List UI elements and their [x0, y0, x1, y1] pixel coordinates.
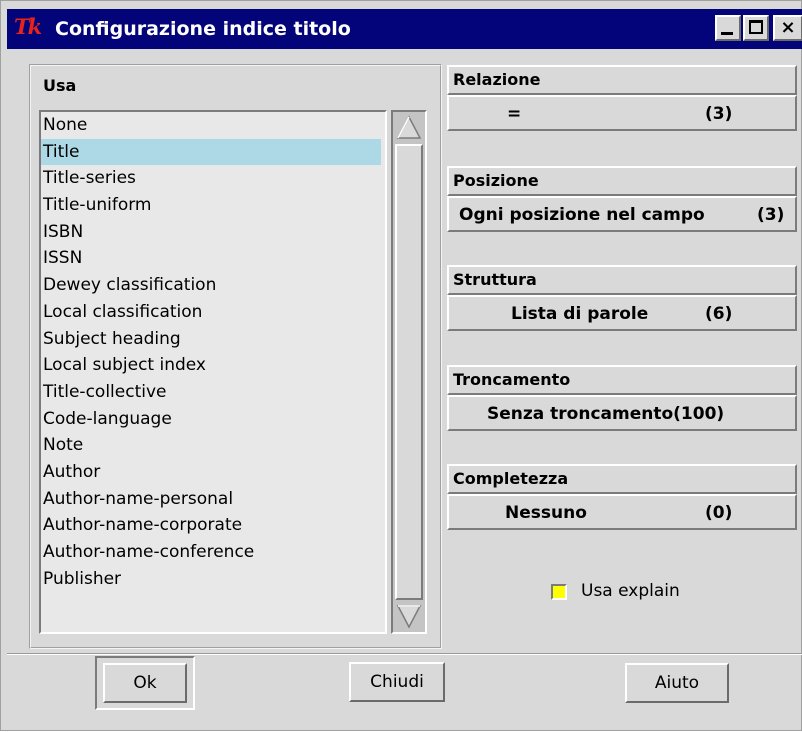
struttura-label: Struttura	[447, 265, 797, 295]
minimize-icon	[721, 32, 733, 35]
struttura-count: (6)	[705, 304, 733, 324]
list-item[interactable]: Dewey classification	[41, 272, 385, 299]
scroll-down-arrow-icon[interactable]	[394, 602, 424, 632]
completezza-value: Nessuno	[505, 503, 587, 523]
window-title: Configurazione indice titolo	[55, 18, 351, 40]
aiuto-button[interactable]: Aiuto	[625, 663, 729, 703]
completezza-label: Completezza	[447, 464, 797, 494]
button-separator	[7, 653, 802, 655]
posizione-button[interactable]: Ogni posizione nel campo (3)	[447, 196, 797, 232]
minimize-button[interactable]	[715, 15, 741, 41]
troncamento-value: Senza troncamento(100)	[487, 404, 725, 424]
troncamento-group: Troncamento Senza troncamento(100)	[447, 365, 797, 431]
list-item[interactable]: Subject heading	[41, 326, 385, 353]
list-item[interactable]: Code-language	[41, 406, 385, 433]
usa-explain-label: Usa explain	[581, 581, 680, 601]
struttura-button[interactable]: Lista di parole (6)	[447, 295, 797, 331]
list-item[interactable]: Local classification	[41, 299, 385, 326]
usa-listbox[interactable]: None Title Title-series Title-uniform ISBN IS…	[39, 110, 387, 634]
posizione-value: Ogni posizione nel campo	[459, 205, 705, 225]
list-item[interactable]: Note	[41, 432, 385, 459]
close-window-button[interactable]: ×	[773, 15, 802, 41]
list-item[interactable]: Local subject index	[41, 352, 385, 379]
list-item[interactable]: Publisher	[41, 566, 385, 593]
list-item[interactable]: Title	[41, 138, 381, 166]
troncamento-button[interactable]: Senza troncamento(100)	[447, 395, 797, 431]
list-item[interactable]: None	[41, 112, 385, 139]
usa-explain-checkbox[interactable]	[551, 584, 567, 600]
maximize-button[interactable]	[743, 15, 769, 41]
list-item[interactable]: Author-name-conference	[41, 539, 385, 566]
struttura-value: Lista di parole	[511, 304, 649, 324]
list-item[interactable]: ISBN	[41, 219, 385, 246]
ok-button[interactable]: Ok	[103, 663, 187, 703]
completezza-count: (0)	[705, 503, 733, 523]
scroll-up-arrow-icon[interactable]	[394, 112, 424, 142]
list-item[interactable]: Author-name-personal	[41, 486, 385, 513]
posizione-label: Posizione	[447, 166, 797, 196]
dialog-window: Tk Configurazione indice titolo × Usa No…	[0, 0, 802, 731]
tk-logo-icon: Tk	[14, 14, 42, 39]
posizione-group: Posizione Ogni posizione nel campo (3)	[447, 166, 797, 232]
chiudi-button[interactable]: Chiudi	[349, 662, 445, 702]
list-item[interactable]: Title-uniform	[41, 192, 385, 219]
scroll-thumb[interactable]	[395, 144, 423, 600]
relazione-button[interactable]: = (3)	[447, 95, 797, 131]
posizione-count: (3)	[757, 205, 785, 225]
usa-label: Usa	[43, 76, 77, 95]
usa-scrollbar[interactable]	[391, 110, 427, 634]
completezza-button[interactable]: Nessuno (0)	[447, 494, 797, 530]
relazione-value: =	[507, 104, 522, 124]
relazione-group: Relazione = (3)	[447, 65, 797, 131]
dialog-body: Usa None Title Title-series Title-uniform IS…	[7, 50, 802, 732]
close-icon: ×	[780, 17, 796, 38]
maximize-icon	[749, 20, 763, 34]
list-item[interactable]: Title-series	[41, 165, 385, 192]
title-bar[interactable]: Tk Configurazione indice titolo ×	[7, 9, 802, 49]
relazione-count: (3)	[705, 104, 733, 124]
list-item[interactable]: ISSN	[41, 245, 385, 272]
troncamento-label: Troncamento	[447, 365, 797, 395]
list-item[interactable]: Author-name-corporate	[41, 512, 385, 539]
relazione-label: Relazione	[447, 65, 797, 95]
list-item[interactable]: Title-collective	[41, 379, 385, 406]
list-item[interactable]: Author	[41, 459, 385, 486]
struttura-group: Struttura Lista di parole (6)	[447, 265, 797, 331]
completezza-group: Completezza Nessuno (0)	[447, 464, 797, 530]
